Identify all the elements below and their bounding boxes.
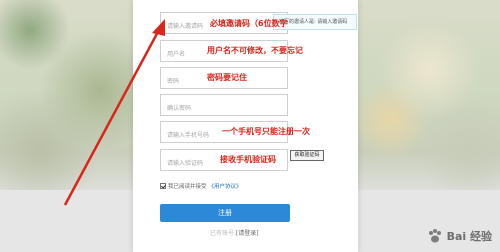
agree-text: 我已阅读并接受 bbox=[168, 184, 207, 190]
background-foliage-left bbox=[0, 0, 140, 200]
register-button[interactable]: 注册 bbox=[160, 204, 290, 222]
login-prompt-text: 已有账号, bbox=[210, 230, 236, 237]
annotation-username: 用户名不可修改，不要忘记 bbox=[207, 46, 303, 55]
annotation-phone: 一个手机号只能注册一次 bbox=[222, 127, 310, 136]
watermark-text: Bai 经验 bbox=[446, 230, 492, 243]
login-prompt-row: 已有账号,[请登录] bbox=[210, 228, 259, 237]
agree-checkbox[interactable] bbox=[160, 183, 166, 189]
annotation-sms: 接收手机验证码 bbox=[220, 155, 276, 164]
background-foliage-right bbox=[350, 0, 500, 200]
login-link[interactable]: [请登录] bbox=[236, 230, 259, 237]
confirm-password-field[interactable] bbox=[160, 94, 288, 119]
agreement-link[interactable]: 《用户协议》 bbox=[209, 182, 242, 190]
annotation-invite: 必填邀请码（6位数字 bbox=[210, 19, 288, 28]
confirm-password-input[interactable] bbox=[161, 98, 287, 119]
get-sms-code-button[interactable]: 获取验证码 bbox=[290, 150, 324, 161]
paw-icon bbox=[428, 229, 441, 243]
agreement-row: 我已阅读并接受 《用户协议》 bbox=[160, 182, 242, 190]
annotation-password: 密码要记住 bbox=[207, 73, 247, 82]
watermark: Bai 经验 bbox=[427, 228, 492, 244]
